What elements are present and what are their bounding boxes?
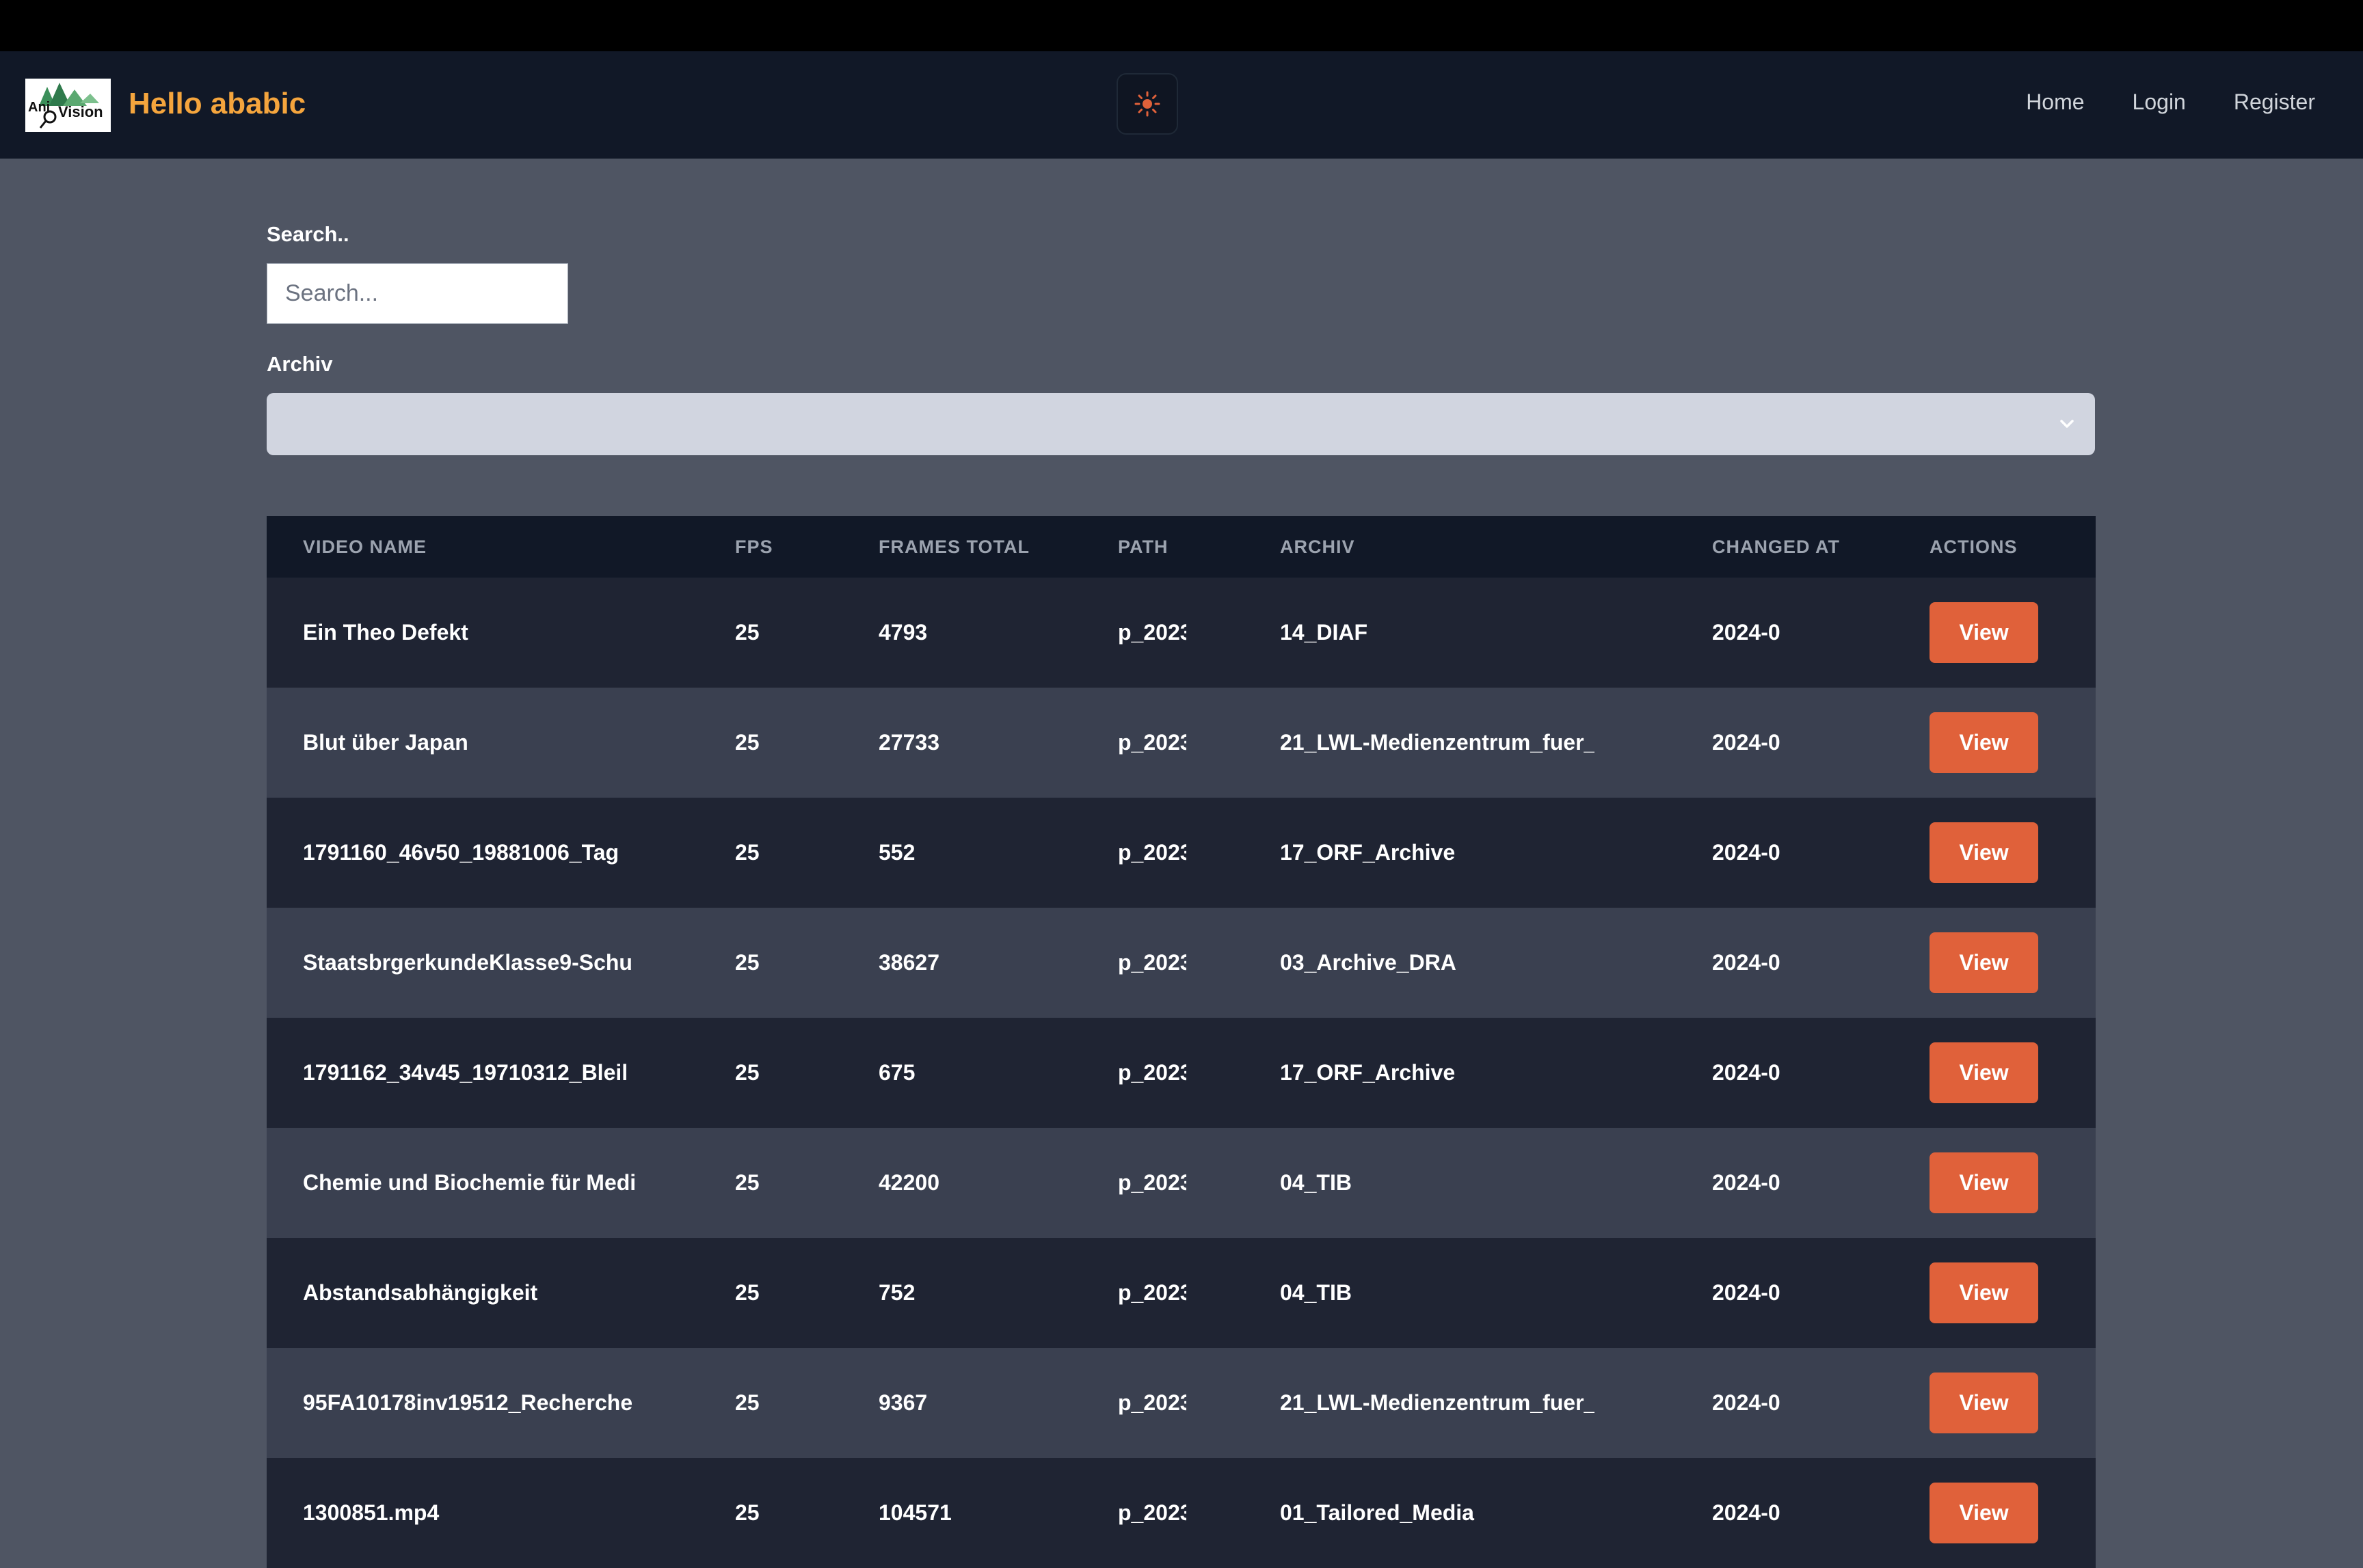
nav-link-login[interactable]: Login — [2133, 90, 2186, 115]
cell-video-name: 95FA10178inv19512_Recherche — [303, 1390, 633, 1415]
cell-changed-at: 2024-0 — [1712, 1280, 1780, 1305]
table-row: Ein Theo Defekt 25 4793 p_2023 14_DIAF 2… — [267, 578, 2096, 688]
cell-video-name: 1300851.mp4 — [303, 1500, 440, 1525]
nav-links: Home Login Register — [2026, 90, 2315, 115]
column-header-changed-at: CHANGED AT — [1712, 537, 1840, 557]
cell-fps: 25 — [735, 730, 760, 755]
svg-text:Vision: Vision — [58, 103, 103, 120]
cell-frames-total: 752 — [879, 1280, 916, 1305]
view-button[interactable]: View — [1930, 602, 2038, 663]
cell-frames-total: 38627 — [879, 950, 939, 975]
cell-frames-total: 4793 — [879, 620, 928, 645]
view-button[interactable]: View — [1930, 1483, 2038, 1543]
cell-video-name: Abstandsabhängigkeit — [303, 1280, 538, 1305]
table-row: Chemie und Biochemie für Medi 25 42200 p… — [267, 1128, 2096, 1238]
cell-changed-at: 2024-0 — [1712, 1390, 1780, 1415]
column-header-fps: FPS — [735, 537, 773, 557]
archiv-select[interactable] — [267, 393, 2095, 455]
table-row: Blut über Japan 25 27733 p_2023 21_LWL-M… — [267, 688, 2096, 798]
cell-path: p_2023 — [1118, 730, 1186, 755]
cell-changed-at: 2024-0 — [1712, 950, 1780, 975]
cell-changed-at: 2024-0 — [1712, 1500, 1780, 1525]
cell-changed-at: 2024-0 — [1712, 840, 1780, 865]
cell-fps: 25 — [735, 1500, 760, 1525]
cell-archiv: 01_Tailored_Media — [1280, 1500, 1474, 1525]
greeting-title: Hello ababic — [129, 87, 306, 120]
logo[interactable]: Ani Vision — [25, 79, 111, 132]
cell-path: p_2023 — [1118, 1280, 1186, 1305]
column-header-actions: ACTIONS — [1930, 537, 2018, 557]
cell-archiv: 04_TIB — [1280, 1170, 1352, 1195]
svg-text:Ani: Ani — [28, 100, 50, 115]
chevron-down-icon — [2060, 420, 2074, 428]
table-row: 1791162_34v45_19710312_Bleil 25 675 p_20… — [267, 1018, 2096, 1128]
cell-frames-total: 27733 — [879, 730, 939, 755]
table-row: StaatsbrgerkundeKlasse9-Schu 25 38627 p_… — [267, 908, 2096, 1018]
table-row: Abstandsabhängigkeit 25 752 p_2023 04_TI… — [267, 1238, 2096, 1348]
cell-changed-at: 2024-0 — [1712, 620, 1780, 645]
cell-path: p_2023 — [1118, 1170, 1186, 1195]
cell-archiv: 14_DIAF — [1280, 620, 1368, 645]
view-button[interactable]: View — [1930, 1152, 2038, 1213]
cell-fps: 25 — [735, 840, 760, 865]
cell-video-name: StaatsbrgerkundeKlasse9-Schu — [303, 950, 632, 975]
cell-frames-total: 552 — [879, 840, 916, 865]
column-header-frames-total: FRAMES TOTAL — [879, 537, 1030, 557]
cell-changed-at: 2024-0 — [1712, 1170, 1780, 1195]
cell-fps: 25 — [735, 620, 760, 645]
cell-frames-total: 104571 — [879, 1500, 952, 1525]
search-input[interactable] — [267, 263, 568, 324]
cell-fps: 25 — [735, 1390, 760, 1415]
cell-fps: 25 — [735, 1060, 760, 1085]
cell-fps: 25 — [735, 950, 760, 975]
view-button[interactable]: View — [1930, 712, 2038, 773]
column-header-path: PATH — [1118, 537, 1169, 557]
table-row: 95FA10178inv19512_Recherche 25 9367 p_20… — [267, 1348, 2096, 1458]
cell-path: p_2023 — [1118, 620, 1186, 645]
cell-archiv: 17_ORF_Archive — [1280, 1060, 1456, 1085]
cell-archiv: 04_TIB — [1280, 1280, 1352, 1305]
cell-path: p_2023 — [1118, 1060, 1186, 1085]
column-header-archiv: ARCHIV — [1280, 537, 1355, 557]
table-header: VIDEO NAME FPS FRAMES TOTAL PATH ARCHIV … — [267, 516, 2096, 578]
sun-icon — [1134, 91, 1160, 117]
cell-archiv: 17_ORF_Archive — [1280, 840, 1456, 865]
cell-archiv: 03_Archive_DRA — [1280, 950, 1456, 975]
cell-video-name: Chemie und Biochemie für Medi — [303, 1170, 637, 1195]
cell-frames-total: 9367 — [879, 1390, 928, 1415]
theme-toggle-button[interactable] — [1117, 73, 1178, 135]
cell-changed-at: 2024-0 — [1712, 1060, 1780, 1085]
search-label: Search.. — [267, 222, 349, 246]
cell-video-name: Blut über Japan — [303, 730, 468, 755]
cell-video-name: 1791162_34v45_19710312_Bleil — [303, 1060, 628, 1085]
cell-fps: 25 — [735, 1170, 760, 1195]
view-button[interactable]: View — [1930, 1373, 2038, 1433]
cell-path: p_2023 — [1118, 950, 1186, 975]
view-button[interactable]: View — [1930, 932, 2038, 993]
cell-frames-total: 675 — [879, 1060, 916, 1085]
logo-icon: Ani Vision — [28, 83, 103, 129]
column-header-video-name: VIDEO NAME — [303, 537, 427, 557]
cell-archiv: 21_LWL-Medienzentrum_fuer_W — [1280, 1390, 1594, 1415]
cell-fps: 25 — [735, 1280, 760, 1305]
cell-archiv: 21_LWL-Medienzentrum_fuer_W — [1280, 730, 1594, 755]
navbar: Ani Vision Hello ababic Home Login Regis… — [0, 51, 2363, 159]
top-strip — [0, 0, 2363, 51]
cell-path: p_2023 — [1118, 1390, 1186, 1415]
cell-changed-at: 2024-0 — [1712, 730, 1780, 755]
cell-path: p_2023 — [1118, 1500, 1186, 1525]
cell-video-name: 1791160_46v50_19881006_Tag — [303, 840, 619, 865]
view-button[interactable]: View — [1930, 822, 2038, 883]
cell-path: p_2023 — [1118, 840, 1186, 865]
table-row: 1300851.mp4 25 104571 p_2023 01_Tailored… — [267, 1458, 2096, 1568]
nav-link-home[interactable]: Home — [2026, 90, 2084, 115]
table-row: 1791160_46v50_19881006_Tag 25 552 p_2023… — [267, 798, 2096, 908]
cell-video-name: Ein Theo Defekt — [303, 620, 468, 645]
view-button[interactable]: View — [1930, 1042, 2038, 1103]
cell-frames-total: 42200 — [879, 1170, 939, 1195]
nav-link-register[interactable]: Register — [2234, 90, 2315, 115]
view-button[interactable]: View — [1930, 1262, 2038, 1323]
archiv-label: Archiv — [267, 352, 333, 376]
videos-table: VIDEO NAME FPS FRAMES TOTAL PATH ARCHIV … — [267, 516, 2096, 1568]
